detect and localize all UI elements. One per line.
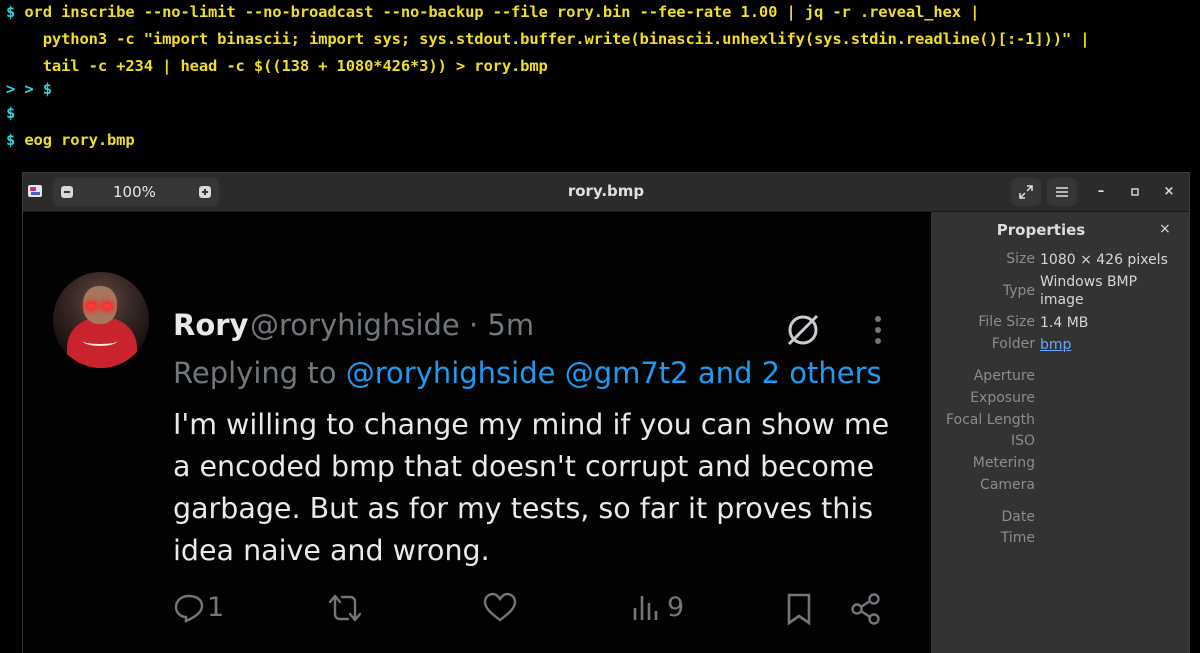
avatar bbox=[53, 272, 149, 368]
tweet-handle-time: @roryhighside · 5m bbox=[250, 308, 535, 342]
more-icon bbox=[875, 316, 881, 344]
retweet-icon bbox=[328, 594, 362, 622]
reply-icon bbox=[174, 594, 204, 623]
expand-icon bbox=[1019, 185, 1033, 199]
heart-icon bbox=[483, 592, 517, 622]
reply-count: 1 bbox=[207, 592, 225, 623]
plus-icon bbox=[199, 186, 211, 198]
fullscreen-button[interactable] bbox=[1011, 178, 1041, 206]
hamburger-icon bbox=[1056, 187, 1068, 197]
zoom-in-button[interactable] bbox=[195, 182, 215, 202]
zoom-level[interactable]: 100% bbox=[113, 183, 156, 201]
minus-icon bbox=[61, 186, 73, 198]
image-canvas[interactable]: Rory @roryhighside · 5m Replying to @ror… bbox=[23, 212, 931, 653]
bookmark-icon bbox=[787, 593, 811, 626]
titlebar[interactable]: 100% rory.bmp – × bbox=[23, 173, 1189, 212]
tweet-body: I'm willing to change my mind if you can… bbox=[173, 408, 890, 567]
folder-link[interactable]: bmp bbox=[1040, 336, 1180, 354]
share-action bbox=[849, 592, 883, 628]
menu-button[interactable] bbox=[1047, 178, 1077, 206]
terminal-line-6: $ eog rory.bmp bbox=[6, 131, 135, 149]
share-icon bbox=[851, 593, 880, 625]
properties-close-button[interactable]: × bbox=[1159, 221, 1171, 237]
terminal-line-5: $ bbox=[6, 104, 16, 122]
bookmark-action bbox=[785, 592, 815, 628]
close-button[interactable]: × bbox=[1159, 182, 1179, 202]
zoom-out-button[interactable] bbox=[57, 182, 77, 202]
views-action: 9 bbox=[631, 592, 701, 628]
reply-action: 1 bbox=[173, 592, 233, 628]
properties-panel: Properties × Size 1080 × 426 pixels Type W… bbox=[931, 212, 1189, 653]
maximize-icon bbox=[1131, 188, 1139, 196]
tweet-author-name: Rory bbox=[173, 308, 249, 342]
maximize-button[interactable] bbox=[1125, 182, 1145, 202]
grok-icon bbox=[787, 314, 819, 346]
terminal-line-4: > > $ bbox=[6, 80, 52, 98]
image-viewer-app-icon bbox=[28, 185, 42, 197]
terminal-line-3: tail -c +234 | head -c $((138 + 1080*426… bbox=[6, 57, 548, 75]
views-count: 9 bbox=[667, 592, 685, 623]
prompt-symbol: $ bbox=[6, 3, 16, 21]
minimize-button[interactable]: – bbox=[1091, 182, 1111, 202]
properties-title: Properties bbox=[996, 221, 1086, 239]
like-action bbox=[483, 592, 519, 628]
terminal-line-2: python3 -c "import binascii; import sys;… bbox=[6, 30, 1090, 48]
views-icon bbox=[633, 596, 658, 620]
replying-to: Replying to @roryhighside @gm7t2 and 2 o… bbox=[173, 356, 882, 390]
terminal-line-1: $ ord inscribe --no-limit --no-broadcast… bbox=[6, 3, 980, 21]
image-viewer-window[interactable]: 100% rory.bmp – × Rory @roryhighside · 5… bbox=[22, 172, 1190, 653]
retweet-action bbox=[327, 592, 367, 628]
